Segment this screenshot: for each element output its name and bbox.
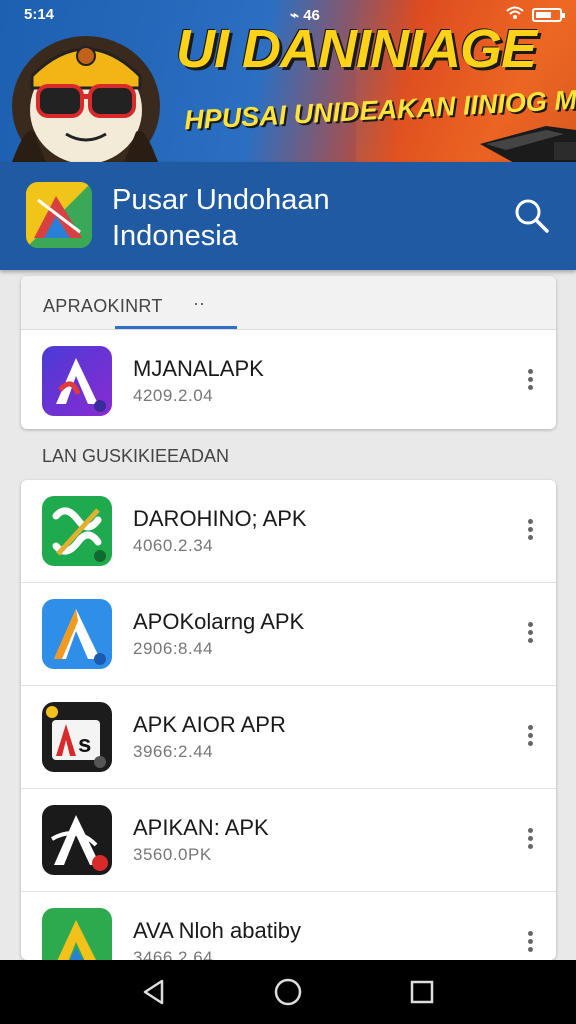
app-name: APK AIOR APR — [133, 712, 286, 737]
featured-tab-header[interactable]: APRAOKINRT ·· — [21, 276, 556, 330]
app-version: 4060.2.34 — [133, 536, 214, 555]
app-name: MJANALAPK — [133, 356, 264, 381]
app-name: DAROHINO; APK — [133, 506, 307, 531]
app-logo — [26, 182, 92, 248]
app-list: DAROHINO; APK 4060.2.34 APOKolarng APK 2… — [21, 480, 556, 960]
nav-home-icon — [274, 978, 302, 1006]
app-icon — [42, 805, 112, 875]
app-version: 3560.0PK — [133, 845, 212, 864]
app-icon: s — [42, 702, 112, 772]
mascot-illustration — [12, 36, 160, 162]
app-icon — [42, 599, 112, 669]
more-vert-icon[interactable] — [520, 722, 540, 752]
app-version: 2906:8.44 — [133, 639, 214, 658]
featured-tab-extra: ·· — [193, 293, 205, 313]
svg-text:s: s — [78, 731, 91, 758]
nav-home-button[interactable] — [272, 976, 304, 1008]
promo-banner[interactable]: 5:14 ⌁ 46 UI DANINIAGE HPUSAI UNIDEAKAN … — [0, 0, 576, 162]
app-version: 4209.2.04 — [133, 386, 214, 405]
list-item[interactable]: APIKAN: APK 3560.0PK — [21, 789, 556, 892]
banner-title: UI DANINIAGE — [176, 19, 537, 79]
section-title: LAN GUSKIKIEEADAN — [42, 446, 230, 466]
list-item[interactable]: AVA Nloh abatiby 3466.2.64 — [21, 892, 556, 960]
more-vert-icon[interactable] — [520, 825, 540, 855]
list-item[interactable]: MJANALAPK 4209.2.04 — [21, 330, 556, 429]
more-vert-icon[interactable] — [520, 928, 540, 958]
tab-indicator — [115, 326, 237, 329]
battery-icon — [532, 8, 565, 22]
app-icon — [42, 908, 112, 960]
app-bar: Pusar Undohaan Indonesia — [0, 162, 576, 270]
more-vert-icon[interactable] — [520, 366, 540, 396]
more-vert-icon[interactable] — [520, 619, 540, 649]
app-name: APOKolarng APK — [133, 609, 305, 634]
nav-back-button[interactable] — [138, 976, 170, 1008]
system-nav-bar — [0, 960, 576, 1024]
list-item[interactable]: DAROHINO; APK 4060.2.34 — [21, 480, 556, 583]
app-name: AVA Nloh abatiby — [133, 918, 301, 943]
search-button[interactable] — [512, 196, 552, 236]
search-icon — [515, 199, 549, 233]
app-version: 3466.2.64 — [133, 948, 214, 960]
app-icon — [42, 496, 112, 566]
gadget-illustration — [480, 126, 576, 162]
list-item[interactable]: s APK AIOR APR 3966:2.44 — [21, 686, 556, 789]
app-title-line1: Pusar Undohaan — [112, 184, 330, 216]
featured-tab-label: APRAOKINRT — [43, 296, 163, 316]
app-icon — [42, 346, 112, 416]
app-title-line2: Indonesia — [112, 220, 238, 252]
app-version: 3966:2.44 — [133, 742, 214, 761]
featured-section: APRAOKINRT ·· MJANALAPK 4209.2.04 — [21, 276, 556, 429]
app-title: Pusar Undohaan Indonesia — [112, 182, 330, 254]
more-vert-icon[interactable] — [520, 516, 540, 546]
app-name: APIKAN: APK — [133, 815, 269, 840]
nav-recents-button[interactable] — [406, 976, 438, 1008]
list-item[interactable]: APOKolarng APK 2906:8.44 — [21, 583, 556, 686]
nav-recents-icon — [410, 980, 434, 1004]
nav-back-icon — [143, 979, 164, 1005]
